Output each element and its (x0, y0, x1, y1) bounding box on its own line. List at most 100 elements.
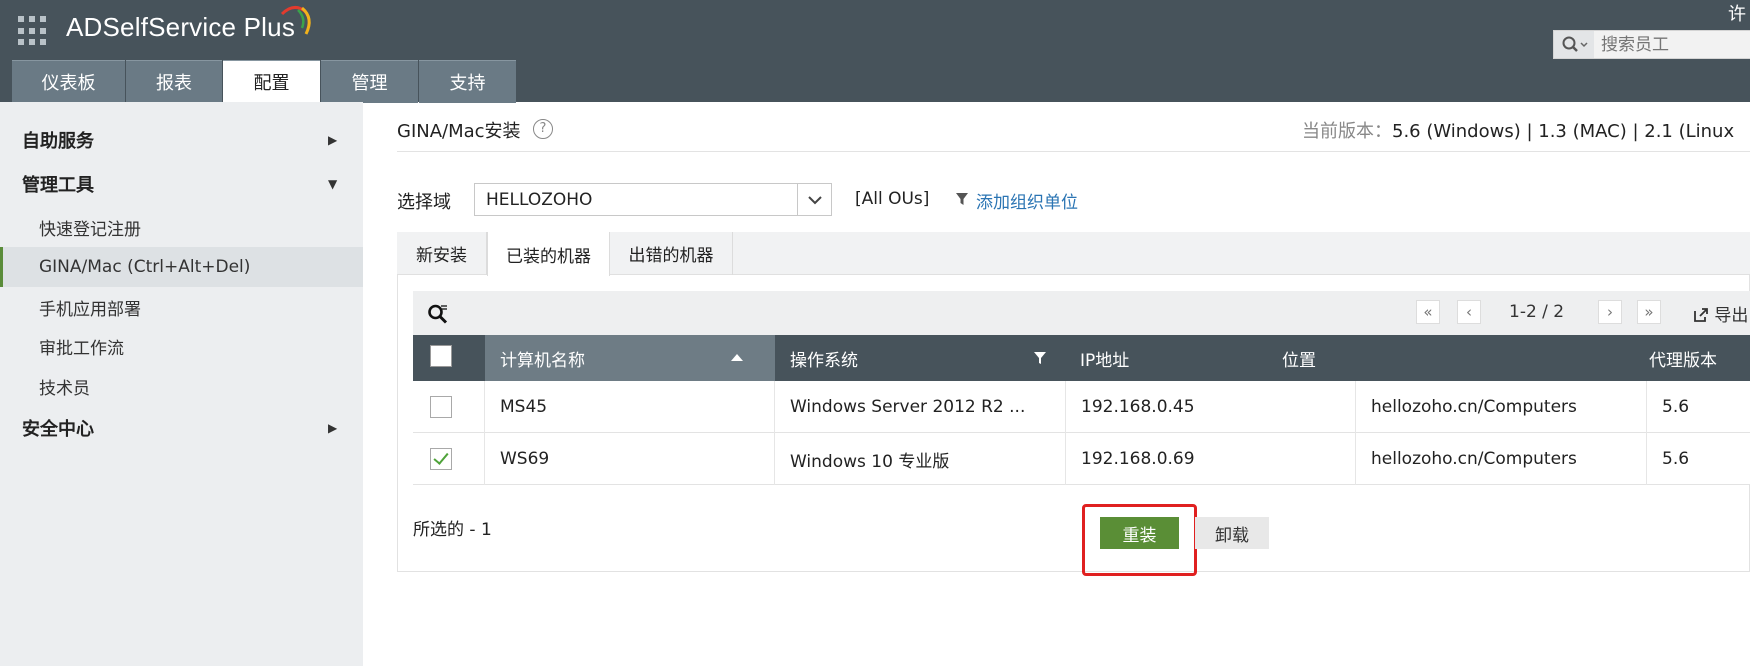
column-label: 计算机名称 (500, 350, 585, 371)
search-input[interactable] (1601, 32, 1750, 57)
row-select-cell (413, 381, 485, 433)
cell-text: hellozoho.cn/Computers (1371, 449, 1577, 469)
sidebar-item-quick-enrollment[interactable]: 快速登记注册 (0, 207, 363, 247)
logo-arc-icon (280, 6, 311, 35)
filter-icon[interactable] (1033, 351, 1047, 365)
sidebar-section-self-service[interactable]: 自助服务 ▶ (0, 120, 363, 160)
grid-header: 计算机名称 操作系统 IP地址 位置 代理版本 (413, 335, 1750, 381)
chevron-right-icon: ▶ (328, 421, 338, 435)
subtab-new-install[interactable]: 新安装 (397, 232, 487, 275)
table-row[interactable]: WS69 Windows 10 专业版 192.168.0.69 hellozo… (413, 433, 1750, 485)
cell-computer-name: WS69 (485, 433, 775, 485)
cell-text: 192.168.0.45 (1081, 397, 1195, 417)
prev-page-icon[interactable]: ‹ (1457, 300, 1481, 324)
chevron-right-icon: ▶ (328, 133, 338, 147)
tab-configuration[interactable]: 配置 (223, 60, 320, 103)
row-checkbox[interactable] (430, 396, 452, 418)
column-label: IP地址 (1080, 350, 1130, 371)
column-location[interactable]: 位置 (1282, 335, 1634, 381)
select-all-checkbox[interactable] (430, 345, 452, 367)
export-button[interactable]: 导出 (1693, 301, 1748, 326)
tab-admin[interactable]: 管理 (321, 60, 418, 103)
version-value: 5.6 (Windows) | 1.3 (MAC) | 2.1 (Linux (1392, 121, 1735, 142)
pagination-text: 1-2 / 2 (1509, 302, 1565, 322)
sidebar-section-security-center[interactable]: 安全中心 ▶ (0, 408, 363, 448)
row-checkbox[interactable] (430, 448, 452, 470)
ou-scope[interactable]: [All OUs] (855, 189, 929, 209)
column-ip[interactable]: IP地址 (1065, 335, 1282, 381)
cell-ip: 192.168.0.45 (1066, 381, 1356, 433)
cell-os: Windows 10 专业版 (775, 433, 1066, 485)
app-logo[interactable]: ADSelfService Plus (66, 12, 295, 52)
cell-text: hellozoho.cn/Computers (1371, 397, 1577, 417)
cell-agent-version: 5.6 (1647, 433, 1750, 485)
column-computer-name[interactable]: 计算机名称 (485, 335, 775, 381)
column-os[interactable]: 操作系统 (775, 335, 1065, 381)
search-filter-icon[interactable] (427, 303, 449, 325)
cell-text: Windows Server 2012 R2 ... (790, 397, 1026, 417)
sidebar-item-technicians[interactable]: 技术员 (0, 366, 363, 406)
column-label: 操作系统 (790, 350, 858, 371)
tab-support[interactable]: 支持 (419, 60, 516, 103)
app-grid-icon[interactable] (18, 16, 48, 46)
domain-value: HELLOZOHO (486, 190, 593, 210)
sidebar-item-approval-workflow[interactable]: 审批工作流 (0, 326, 363, 366)
cell-text: 192.168.0.69 (1081, 449, 1195, 469)
reinstall-button[interactable]: 重装 (1100, 517, 1179, 549)
user-menu[interactable]: 许 (1728, 0, 1750, 26)
tab-reports[interactable]: 报表 (126, 60, 222, 103)
sidebar-item-label: GINA/Mac (Ctrl+Alt+Del) (39, 257, 251, 277)
help-icon[interactable]: ? (533, 119, 553, 139)
cell-computer-name: MS45 (485, 381, 775, 433)
top-header: ADSelfService Plus 许 仪表板 报表 配置 管理 支持 (0, 0, 1750, 103)
first-page-icon[interactable]: « (1416, 300, 1440, 324)
export-icon (1694, 308, 1708, 322)
uninstall-button[interactable]: 卸载 (1195, 517, 1269, 549)
filter-icon[interactable] (955, 191, 969, 207)
sidebar-item-label: 手机应用部署 (39, 299, 141, 320)
sub-tabs: 新安装 已装的机器 出错的机器 (397, 232, 1750, 276)
search-icon[interactable] (1554, 31, 1594, 58)
export-label: 导出 (1714, 306, 1749, 326)
table-row[interactable]: MS45 Windows Server 2012 R2 ... 192.168.… (413, 381, 1750, 433)
cell-location: hellozoho.cn/Computers (1356, 381, 1647, 433)
next-page-icon[interactable]: › (1598, 300, 1622, 324)
tab-dashboard[interactable]: 仪表板 (12, 60, 125, 103)
column-agent-version[interactable]: 代理版本 (1634, 335, 1750, 381)
sidebar-section-admin-tools[interactable]: 管理工具 ▼ (0, 164, 363, 204)
sidebar-item-gina-mac[interactable]: GINA/Mac (Ctrl+Alt+Del) (0, 247, 363, 287)
sidebar: 自助服务 ▶ 管理工具 ▼ 快速登记注册 GINA/Mac (Ctrl+Alt+… (0, 102, 363, 666)
chevron-down-icon[interactable] (797, 184, 831, 215)
selected-count: 所选的 - 1 (413, 520, 492, 540)
sidebar-item-label: 快速登记注册 (39, 219, 141, 240)
sidebar-section-label: 自助服务 (22, 131, 94, 152)
sidebar-section-label: 管理工具 (22, 175, 94, 196)
employee-search[interactable] (1553, 30, 1750, 59)
cell-text: Windows 10 专业版 (790, 451, 950, 472)
sidebar-section-label: 安全中心 (22, 419, 94, 440)
cell-location: hellozoho.cn/Computers (1356, 433, 1647, 485)
cell-os: Windows Server 2012 R2 ... (775, 381, 1066, 433)
grid-toolbar: « ‹ 1-2 / 2 › » 导出 (413, 291, 1750, 335)
version-info: 当前版本：5.6 (Windows) | 1.3 (MAC) | 2.1 (Li… (1302, 117, 1734, 143)
chevron-down-icon: ▼ (328, 177, 338, 191)
cell-ip: 192.168.0.69 (1066, 433, 1356, 485)
column-label: 位置 (1282, 350, 1316, 371)
cell-text: 5.6 (1662, 397, 1690, 417)
sidebar-item-label: 技术员 (39, 378, 90, 399)
cell-text: 5.6 (1662, 449, 1690, 469)
sort-asc-icon (731, 354, 743, 361)
add-ou-link[interactable]: 添加组织单位 (976, 188, 1078, 213)
main-nav-tabs: 仪表板 报表 配置 管理 支持 (12, 60, 517, 103)
domain-select[interactable]: HELLOZOHO (474, 183, 832, 216)
column-label: 代理版本 (1649, 350, 1717, 371)
sidebar-item-label: 审批工作流 (39, 338, 124, 359)
subtab-error-machines[interactable]: 出错的机器 (610, 232, 733, 275)
sidebar-item-mobile-deploy[interactable]: 手机应用部署 (0, 287, 363, 327)
cell-text: MS45 (500, 397, 548, 417)
page-title: GINA/Mac安装 (397, 121, 521, 142)
last-page-icon[interactable]: » (1637, 300, 1661, 324)
row-select-cell (413, 433, 485, 485)
subtab-installed-machines[interactable]: 已装的机器 (487, 232, 610, 276)
version-label: 当前版本： (1302, 121, 1392, 142)
